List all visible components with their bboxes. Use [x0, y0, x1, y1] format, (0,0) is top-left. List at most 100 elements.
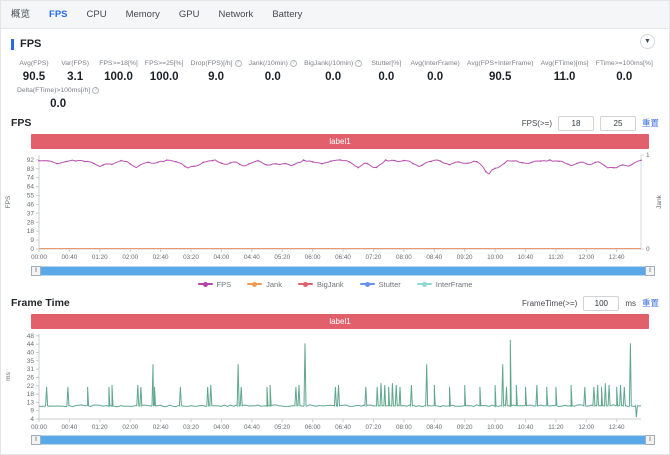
stat-label: Avg(FPS+InterFrame)	[467, 60, 534, 67]
chevron-down-icon: ▼	[644, 38, 651, 45]
svg-text:02:00: 02:00	[122, 254, 138, 261]
perf-report-window: 概览 FPS CPU Memory GPU Network Battery FPS ▼ Av…	[0, 0, 670, 455]
stat-item: Avg(FPS)90.5	[17, 60, 51, 83]
frametime-scrollbar-left-handle[interactable]: ‖	[31, 435, 41, 445]
svg-text:55: 55	[27, 193, 35, 200]
grip-icon: ‖	[649, 268, 651, 274]
frametime-scrollbar-right-handle[interactable]: ‖	[645, 435, 655, 445]
stat-value: 90.5	[489, 71, 511, 83]
stat-value: 0.0	[378, 71, 394, 83]
svg-text:08:00: 08:00	[396, 424, 412, 431]
svg-text:22: 22	[27, 383, 35, 390]
svg-text:00:40: 00:40	[62, 424, 78, 431]
svg-text:1: 1	[646, 152, 650, 159]
svg-text:10:40: 10:40	[518, 424, 534, 431]
svg-text:00:40: 00:40	[62, 254, 78, 261]
stat-value: 11.0	[554, 71, 576, 83]
stat-label: Jank(/10min)?	[249, 60, 297, 67]
help-icon[interactable]: ?	[355, 60, 362, 67]
stat-item: Avg(FTime)[ms] 11.0	[541, 60, 589, 83]
svg-text:00:00: 00:00	[31, 424, 47, 431]
tab-Memory[interactable]: Memory	[126, 1, 160, 29]
help-icon[interactable]: ?	[92, 87, 99, 94]
svg-text:08:40: 08:40	[426, 424, 442, 431]
stat-label: Stutter[%]	[371, 60, 401, 67]
frametime-threshold-input[interactable]	[583, 296, 619, 311]
fps-scrollbar-fill[interactable]	[32, 267, 654, 275]
grip-icon: ‖	[35, 268, 37, 274]
stat-label: BigJank(/10min)?	[304, 60, 362, 67]
svg-text:0: 0	[30, 246, 34, 253]
fps-chart-scrollbar[interactable]: ‖ ‖	[31, 266, 655, 276]
svg-text:9: 9	[30, 408, 34, 415]
svg-text:10:40: 10:40	[518, 254, 534, 261]
svg-text:03:20: 03:20	[183, 254, 199, 261]
tab-FPS[interactable]: FPS	[49, 1, 67, 29]
tab-概览[interactable]: 概览	[11, 1, 30, 29]
stat-value: 100.0	[104, 71, 133, 83]
stat-label: FPS>=18[%]	[99, 60, 138, 67]
tab-CPU[interactable]: CPU	[87, 1, 107, 29]
stat-label: Avg(FTime)[ms]	[541, 60, 589, 67]
fps-chart-label-banner: label1	[31, 134, 649, 149]
legend-item-BigJank[interactable]: BigJank	[298, 280, 344, 289]
legend-item-Stutter[interactable]: Stutter	[360, 280, 401, 289]
svg-text:ms: ms	[5, 371, 12, 380]
collapse-section-button[interactable]: ▼	[640, 34, 655, 49]
fps-chart-header: FPS FPS(>=) 重置	[11, 115, 659, 131]
grip-icon: ‖	[35, 437, 37, 443]
legend-item-InterFrame[interactable]: InterFrame	[417, 280, 473, 289]
svg-text:07:20: 07:20	[366, 254, 382, 261]
svg-text:12:40: 12:40	[609, 254, 625, 261]
svg-text:12:00: 12:00	[578, 254, 594, 261]
stat-value: 3.1	[67, 71, 83, 83]
fps-banner-text: label1	[329, 137, 350, 146]
help-icon[interactable]: ?	[235, 60, 242, 67]
svg-text:18: 18	[27, 391, 35, 398]
legend-label: BigJank	[317, 280, 344, 289]
svg-text:FPS: FPS	[5, 195, 12, 208]
tab-Network[interactable]: Network	[218, 1, 253, 29]
fps-reset-link[interactable]: 重置	[642, 117, 659, 129]
svg-text:28: 28	[27, 219, 35, 226]
legend-marker	[360, 283, 375, 285]
fps-chart-canvas[interactable]: 09182837465564748392FPS00:0000:4001:2002…	[1, 149, 670, 265]
svg-text:10:00: 10:00	[487, 254, 503, 261]
stat-value: 9.0	[208, 71, 224, 83]
legend-marker	[417, 283, 432, 285]
fps-threshold-input-1[interactable]	[558, 116, 594, 131]
stat-item: Drop(FPS)[/h]?9.0	[191, 60, 242, 83]
fps-scrollbar-left-handle[interactable]: ‖	[31, 266, 41, 276]
svg-text:74: 74	[27, 175, 35, 182]
svg-text:02:00: 02:00	[122, 424, 138, 431]
tab-GPU[interactable]: GPU	[179, 1, 200, 29]
svg-text:06:00: 06:00	[305, 424, 321, 431]
section-accent-bar	[11, 39, 14, 50]
stat-label: Var(FPS)	[61, 60, 89, 67]
stat-label: Delta(FTime)>100ms[/h]?	[17, 87, 99, 94]
svg-text:64: 64	[27, 184, 35, 191]
help-icon[interactable]: ?	[290, 60, 297, 67]
svg-text:13: 13	[27, 399, 35, 406]
legend-label: FPS	[217, 280, 232, 289]
svg-text:46: 46	[27, 201, 35, 208]
svg-text:9: 9	[30, 237, 34, 244]
tab-Battery[interactable]: Battery	[272, 1, 302, 29]
fps-stats-row-2: Delta(FTime)>100ms[/h]?0.0	[1, 83, 669, 110]
frametime-scrollbar-fill[interactable]	[32, 436, 654, 444]
stat-item: FPS>=18[%] 100.0	[99, 60, 138, 83]
fps-scrollbar-right-handle[interactable]: ‖	[645, 266, 655, 276]
frametime-chart-canvas[interactable]: 49131822263135404448ms00:0000:4001:2002:…	[1, 329, 670, 434]
svg-text:08:00: 08:00	[396, 254, 412, 261]
frametime-reset-link[interactable]: 重置	[642, 297, 659, 309]
svg-text:02:40: 02:40	[153, 424, 169, 431]
legend-marker	[247, 283, 262, 285]
top-tab-bar: 概览 FPS CPU Memory GPU Network Battery	[1, 1, 669, 29]
fps-threshold-input-2[interactable]	[600, 116, 636, 131]
frametime-chart-scrollbar[interactable]: ‖ ‖	[31, 435, 655, 445]
stat-label: FTime>=100ms[%]	[596, 60, 653, 67]
legend-item-Jank[interactable]: Jank	[247, 280, 282, 289]
legend-marker	[198, 283, 213, 285]
svg-text:09:20: 09:20	[457, 254, 473, 261]
legend-item-FPS[interactable]: FPS	[198, 280, 232, 289]
